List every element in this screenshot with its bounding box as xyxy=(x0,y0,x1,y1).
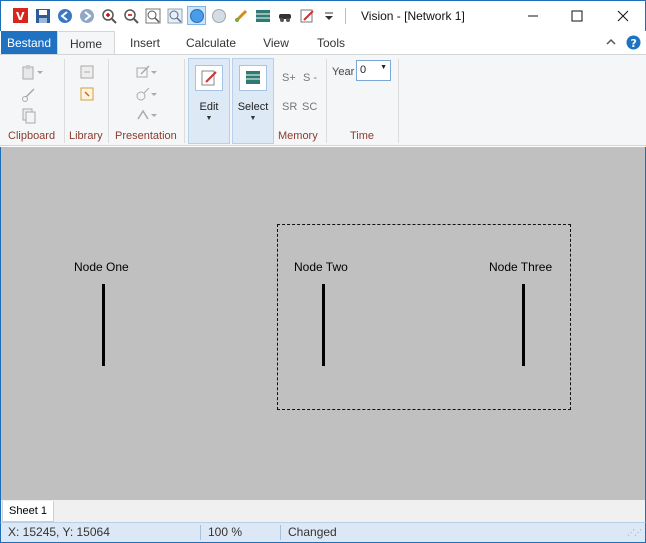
symbol-dropdown-icon[interactable] xyxy=(150,85,158,103)
library-export-icon[interactable] xyxy=(78,85,96,103)
node-bar[interactable] xyxy=(102,284,105,366)
group-separator xyxy=(326,59,327,143)
tab-home[interactable]: Home xyxy=(57,31,115,56)
quick-access-toolbar: V xyxy=(11,6,350,25)
group-separator xyxy=(108,59,109,143)
save-icon[interactable] xyxy=(33,6,52,25)
sheet-tab-bar: Sheet 1 xyxy=(0,500,646,522)
tab-view[interactable]: View xyxy=(256,31,296,55)
year-select[interactable]: 0 ▼ xyxy=(356,60,391,81)
close-icon xyxy=(617,10,629,22)
car-icon[interactable] xyxy=(275,6,294,25)
paste-dropdown-icon[interactable] xyxy=(36,63,44,81)
year-value: 0 xyxy=(360,64,367,76)
copy-icon[interactable] xyxy=(20,107,38,125)
select-large-icon xyxy=(239,65,267,91)
toolbar-separator xyxy=(345,7,346,24)
tab-insert[interactable]: Insert xyxy=(120,31,170,55)
maximize-button[interactable] xyxy=(554,1,600,31)
edit-button-label: Edit xyxy=(199,101,219,113)
memory-group-label: Memory xyxy=(278,130,318,142)
memory-sc-button[interactable]: SC xyxy=(302,101,317,113)
labels-dropdown-icon[interactable] xyxy=(150,106,158,124)
clipboard-group-label: Clipboard xyxy=(8,130,56,142)
group-separator xyxy=(64,59,65,143)
zoom-extent-icon[interactable] xyxy=(143,6,162,25)
node-icon[interactable] xyxy=(209,6,228,25)
status-coordinates: X: 15245, Y: 15064 xyxy=(8,525,110,539)
close-button[interactable] xyxy=(600,1,646,31)
select-dropdown-icon: ▼ xyxy=(249,115,257,122)
edit-dropdown-icon: ▼ xyxy=(205,115,213,122)
app-logo-icon[interactable]: V xyxy=(11,6,30,25)
maximize-icon xyxy=(571,10,583,22)
status-zoom: 100 % xyxy=(208,525,243,539)
style-dropdown-icon[interactable] xyxy=(150,63,158,81)
minimize-button[interactable] xyxy=(510,1,556,31)
window-title: Vision - [Network 1] xyxy=(361,9,465,23)
status-state: Changed xyxy=(288,525,337,539)
library-group-label: Library xyxy=(69,130,103,142)
svg-text:?: ? xyxy=(631,37,637,50)
sheet-tab[interactable]: Sheet 1 xyxy=(2,501,54,522)
cut-icon[interactable] xyxy=(20,86,38,104)
memory-s-minus-button[interactable]: S - xyxy=(303,72,317,84)
minimize-icon xyxy=(528,15,538,17)
svg-text:V: V xyxy=(16,10,25,23)
status-divider xyxy=(280,525,281,540)
node-bar[interactable] xyxy=(322,284,325,366)
table-icon[interactable] xyxy=(253,6,272,25)
status-divider xyxy=(200,525,201,540)
presentation-group-label: Presentation xyxy=(115,130,177,142)
forward-icon[interactable] xyxy=(77,6,96,25)
tab-tools[interactable]: Tools xyxy=(310,31,352,55)
zoom-in-icon[interactable] xyxy=(99,6,118,25)
select-node-icon[interactable] xyxy=(187,6,206,25)
year-label: Year xyxy=(332,66,355,78)
back-icon[interactable] xyxy=(55,6,74,25)
node-label[interactable]: Node One xyxy=(74,260,129,274)
network-canvas[interactable]: Node One Node Two Node Three xyxy=(0,147,646,500)
resize-grip-icon[interactable]: ⋰⋰ xyxy=(627,528,642,537)
group-separator xyxy=(184,59,185,143)
tab-calculate[interactable]: Calculate xyxy=(180,31,242,55)
node-bar[interactable] xyxy=(522,284,525,366)
time-group-label: Time xyxy=(350,130,375,142)
help-icon[interactable]: ? xyxy=(626,35,641,53)
select-button[interactable]: Select ▼ xyxy=(232,58,274,144)
edit-button[interactable]: Edit ▼ xyxy=(188,58,230,144)
node-label[interactable]: Node Three xyxy=(489,260,552,274)
edit-icon[interactable] xyxy=(297,6,316,25)
node-label[interactable]: Node Two xyxy=(294,260,348,274)
ribbon: Clipboard Library Presentation Edit ▼ Se… xyxy=(0,54,646,146)
zoom-out-icon[interactable] xyxy=(121,6,140,25)
title-bar: V Vision - [Network 1] xyxy=(0,0,646,31)
zoom-window-icon[interactable] xyxy=(165,6,184,25)
edit-large-icon xyxy=(195,65,223,91)
group-separator xyxy=(398,59,399,143)
library-import-icon[interactable] xyxy=(78,63,96,81)
status-bar: X: 15245, Y: 15064 100 % Changed ⋰⋰ xyxy=(0,522,646,543)
customize-icon[interactable] xyxy=(319,6,338,25)
tab-bestand[interactable]: Bestand xyxy=(1,31,57,55)
memory-s-plus-button[interactable]: S+ xyxy=(282,72,296,84)
select-button-label: Select xyxy=(237,101,269,113)
collapse-ribbon-icon[interactable] xyxy=(605,36,617,51)
memory-sr-button[interactable]: SR xyxy=(282,101,297,113)
ribbon-tabs: Bestand Home Insert Calculate View Tools… xyxy=(0,31,646,56)
chevron-down-icon: ▼ xyxy=(380,64,387,71)
link-icon[interactable] xyxy=(231,6,250,25)
